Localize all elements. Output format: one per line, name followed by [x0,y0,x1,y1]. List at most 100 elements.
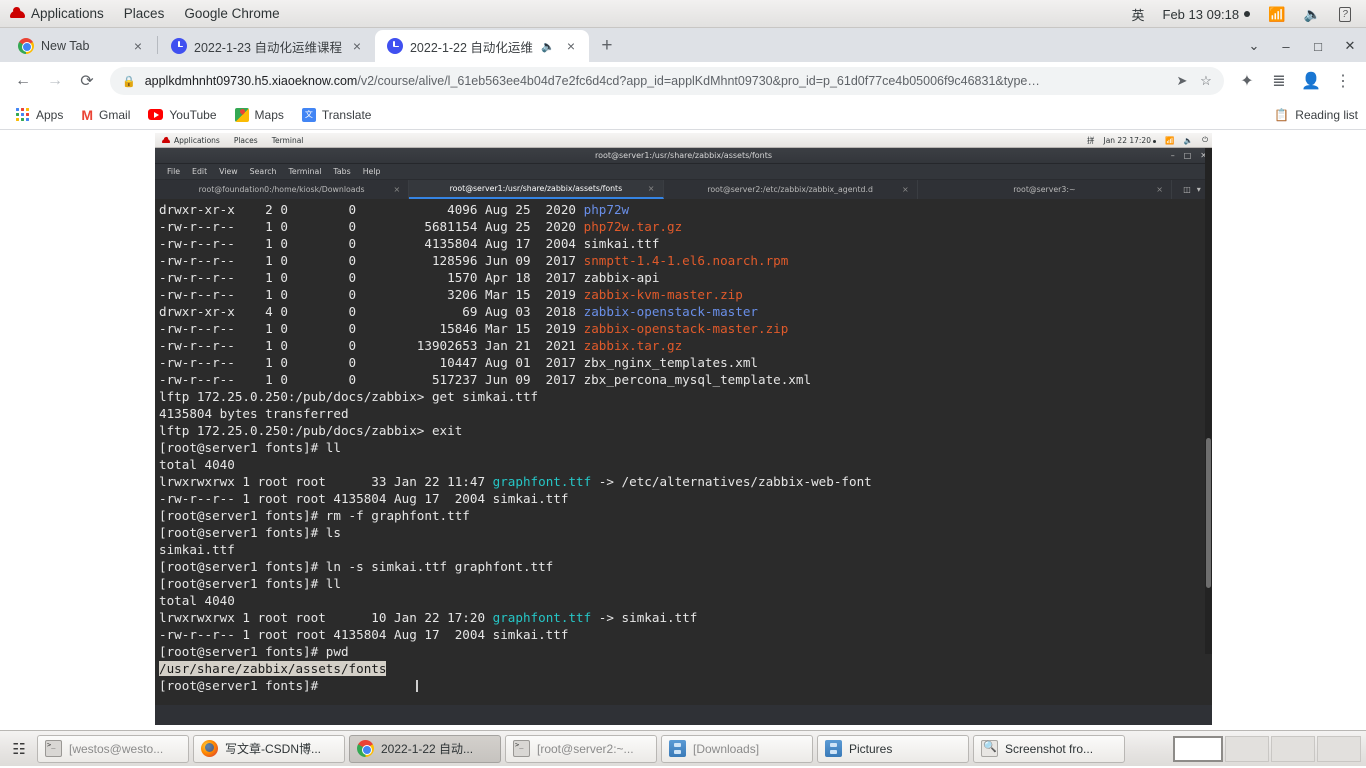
terminal-line: [root@server1 fonts]# [157,677,1212,694]
back-button[interactable]: ← [8,66,38,96]
bookmark-label: Gmail [99,107,131,122]
share-icon[interactable]: ➤ [1170,73,1194,89]
show-desktop-icon[interactable]: ☷ [5,735,33,763]
menu-view: View [219,167,238,176]
terminal-text: zabbix-kvm-master.zip [583,287,743,302]
taskbar-item-0[interactable]: [westos@westo... [37,734,189,763]
input-method-indicator[interactable]: 英 [1122,5,1153,24]
url-path: /v2/course/alive/l_61eb563ee4b04d7e2fc6d… [357,74,1040,88]
text-cursor-icon [415,680,418,692]
browser-toolbar: ← → ⟳ 🔒 applkdmhnht09730.h5.xiaoeknow.co… [0,62,1366,100]
inner-power-icon: ⏻ [1202,135,1208,144]
tab-title: 2022-1-22 自动化运维 [409,40,533,55]
places-menu[interactable]: Places [114,0,175,28]
address-bar[interactable]: 🔒 applkdmhnht09730.h5.xiaoeknow.com/v2/c… [110,67,1224,95]
menu-file: File [167,167,181,176]
new-tab-button[interactable]: + [593,32,621,60]
desktop-top-bar: Applications Places Google Chrome 英 Feb … [0,0,1366,28]
browser-tab-1[interactable]: 2022-1-23 自动化运维课程 × [159,30,375,62]
workspace-3[interactable] [1271,735,1315,762]
tab-search-icon[interactable]: ⌄ [1238,31,1270,61]
browser-tab-0[interactable]: New Tab × [6,30,156,62]
terminal-text: php72w [583,202,630,217]
extensions-icon[interactable]: ✦ [1232,66,1262,96]
inner-app-menu: Terminal [265,136,311,145]
minimize-button[interactable]: – [1270,31,1302,61]
chrome-menu-button[interactable]: ⋮ [1328,66,1358,96]
url-host: applkdmhnht09730.h5.xiaoeknow.com [144,74,358,88]
close-button[interactable]: ✕ [1334,31,1366,61]
reading-list-entry[interactable]: 📋 Reading list [1274,108,1358,122]
terminal-line: [root@server1 fonts]# pwd [157,643,1212,660]
workspace-1[interactable] [1173,735,1223,762]
taskbar-item-2[interactable]: 2022-1-22 自动... [349,734,501,763]
bookmark-apps[interactable]: Apps [8,104,71,126]
taskbar-item-label: [root@server2:~... [537,741,634,756]
bookmark-label: Translate [321,107,372,122]
files-icon [669,740,686,757]
applications-menu[interactable]: Applications [0,0,114,28]
clock[interactable]: Feb 13 09:18 [1154,7,1260,22]
close-icon[interactable]: × [130,38,146,54]
inner-applications-menu: Applications [155,136,227,145]
maximize-button[interactable]: □ [1302,31,1334,61]
firefox-icon [201,740,218,757]
close-icon: × [647,184,655,193]
workspace-4[interactable] [1317,735,1361,762]
wifi-icon[interactable]: 📶 [1259,7,1294,21]
workspace-switcher[interactable] [1173,735,1361,762]
terminal-line: drwxr-xr-x 4 0 0 69 Aug 03 2018 zabbix-o… [157,303,1212,320]
tab-title: New Tab [41,39,90,53]
record-dot-icon [1244,11,1251,17]
reading-list-icon[interactable]: ≣ [1264,66,1294,96]
terminal-line: [root@server1 fonts]# ll [157,575,1212,592]
bookmark-label: Maps [254,107,284,122]
close-icon[interactable]: × [349,38,365,54]
workspace-2[interactable] [1225,735,1269,762]
terminal-text: lrwxrwxrwx 1 root root 33 Jan 22 11:47 [159,474,493,489]
taskbar-item-6[interactable]: Screenshot fro... [973,734,1125,763]
inner-places-label: Places [233,135,258,145]
address-bar-text: applkdmhnht09730.h5.xiaoeknow.com/v2/cou… [145,74,1170,88]
terminal-line: total 4040 [157,456,1212,473]
taskbar-item-3[interactable]: [root@server2:~... [505,734,657,763]
terminal-tab-title: root@server3:~ [1013,185,1076,194]
volume-icon[interactable]: 🔈 [1295,7,1330,21]
taskbar-item-5[interactable]: Pictures [817,734,969,763]
terminal-text: -rw-r--r-- 1 0 0 128596 Jun 09 2017 [159,253,584,268]
terminal-tab-2: root@server2:/etc/zabbix/zabbix_agentd.d… [664,180,918,199]
bookmark-youtube[interactable]: YouTube [140,104,224,126]
terminal-text: -rw-r--r-- 1 0 0 13902653 Jan 21 2021 [159,338,584,353]
bookmark-translate[interactable]: 文 Translate [294,104,380,126]
bookmark-star-icon[interactable]: ☆ [1194,73,1218,89]
translate-icon: 文 [301,107,316,122]
help-icon[interactable]: ? [1330,6,1360,22]
active-app-menu[interactable]: Google Chrome [174,0,289,28]
terminal-line: lrwxrwxrwx 1 root root 10 Jan 22 17:20 g… [157,609,1212,626]
bookmark-maps[interactable]: Maps [227,104,292,126]
forward-button[interactable]: → [40,66,70,96]
terminal-line: lrwxrwxrwx 1 root root 33 Jan 22 11:47 g… [157,473,1212,490]
taskbar-item-1[interactable]: 写文章-CSDN博... [193,734,345,763]
terminal-tab-title: root@server2:/etc/zabbix/zabbix_agentd.d [707,185,873,194]
browser-tab-2[interactable]: 2022-1-22 自动化运维 🔈 × [374,30,589,62]
profile-avatar[interactable]: 👤 [1296,66,1326,96]
maps-icon [234,107,249,122]
terminal-text: simkai.ttf [159,542,235,557]
taskbar-item-label: Screenshot fro... [1005,741,1094,756]
mute-icon[interactable]: 🔈 [540,40,556,53]
terminal-text: [root@server1 fonts]# ln -s simkai.ttf g… [159,559,554,574]
tab-strip: New Tab × 2022-1-23 自动化运维课程 × 2022-1-22 … [0,28,1366,62]
terminal-line: -rw-r--r-- 1 0 0 15846 Mar 15 2019 zabbi… [157,320,1212,337]
reload-button[interactable]: ⟳ [72,66,102,96]
terminal-output: drwxr-xr-x 2 0 0 4096 Aug 25 2020 php72w… [155,199,1212,705]
taskbar-item-4[interactable]: [Downloads] [661,734,813,763]
bookmark-label: YouTube [169,107,217,122]
terminal-text: total 4040 [159,457,235,472]
close-icon[interactable]: × [563,38,579,54]
terminal-text: -rw-r--r-- 1 0 0 1570 Apr 18 2017 zabbix… [159,270,660,285]
terminal-tab-title: root@server1:/usr/share/zabbix/assets/fo… [449,184,623,193]
terminal-text: snmptt-1.4-1.el6.noarch.rpm [583,253,789,268]
bookmark-gmail[interactable]: M Gmail [73,104,138,126]
terminal-text: 4135804 bytes transferred [159,406,349,421]
